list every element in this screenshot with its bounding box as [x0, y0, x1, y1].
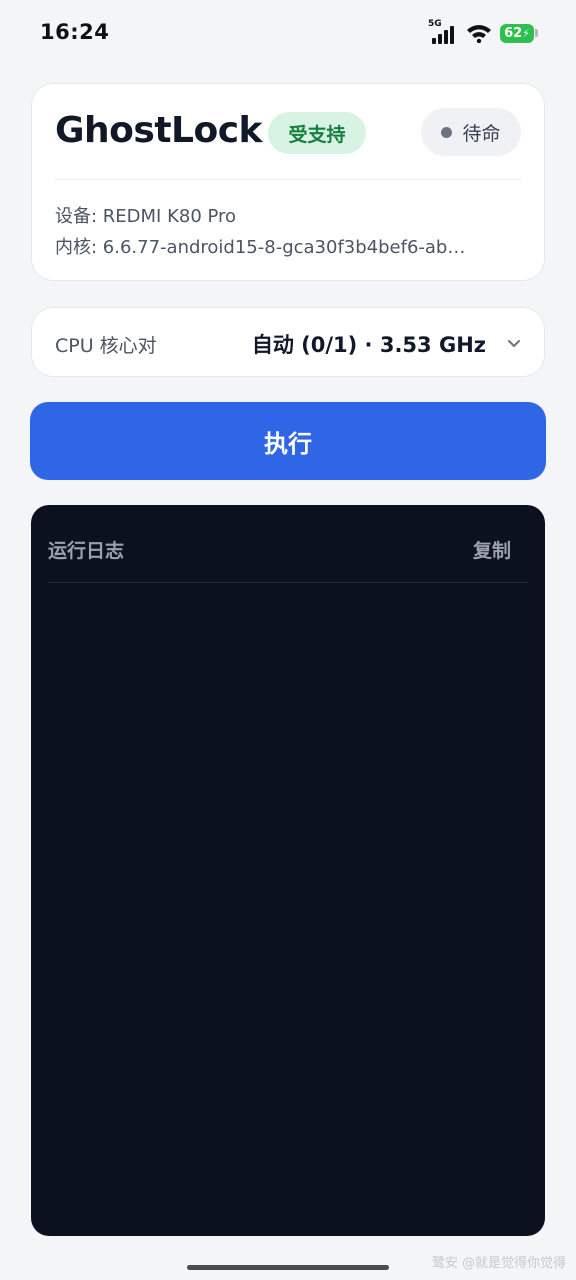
home-indicator[interactable] [187, 1265, 389, 1270]
status-icons: 5G 62 ⚡ [428, 19, 538, 46]
supported-badge: 受支持 [268, 112, 366, 154]
status-pill: 待命 [421, 108, 521, 156]
app-screen: 16:24 5G 62 ⚡ GhostLock 受支持 待命 设备: REDMI… [0, 0, 576, 1280]
divider [48, 582, 528, 583]
kernel-version-text: 内核: 6.6.77-android15-8-gca30f3b4bef6-ab… [55, 237, 466, 258]
cpu-selector-label: CPU 核心对 [55, 335, 157, 357]
status-bar: 16:24 5G 62 ⚡ [0, 0, 576, 68]
execute-button[interactable]: 执行 [30, 402, 546, 480]
cpu-selector-value: 自动 (0/1) · 3.53 GHz [251, 333, 486, 357]
status-dot-icon [441, 126, 453, 138]
battery-level: 62 [504, 25, 523, 41]
cellular-signal-icon: 5G [428, 19, 458, 44]
chevron-down-icon [508, 340, 520, 347]
app-title: GhostLock [55, 110, 263, 151]
run-log-panel: 运行日志 复制 [31, 505, 545, 1236]
cpu-core-pair-selector[interactable]: CPU 核心对 自动 (0/1) · 3.53 GHz [31, 307, 545, 377]
divider [55, 179, 521, 180]
status-label: 待命 [462, 122, 501, 145]
watermark: 鹭安 @就是觉得你觉得 [431, 1256, 566, 1271]
log-content[interactable] [48, 595, 528, 1216]
device-model-text: 设备: REDMI K80 Pro [55, 206, 237, 227]
wifi-icon [467, 25, 491, 43]
status-time: 16:24 [40, 20, 110, 44]
device-info-card: GhostLock 受支持 待命 设备: REDMI K80 Pro 内核: 6… [31, 83, 545, 281]
log-title: 运行日志 [48, 540, 125, 562]
copy-log-button[interactable]: 复制 [473, 536, 511, 563]
battery-icon: 62 ⚡ [500, 23, 538, 43]
